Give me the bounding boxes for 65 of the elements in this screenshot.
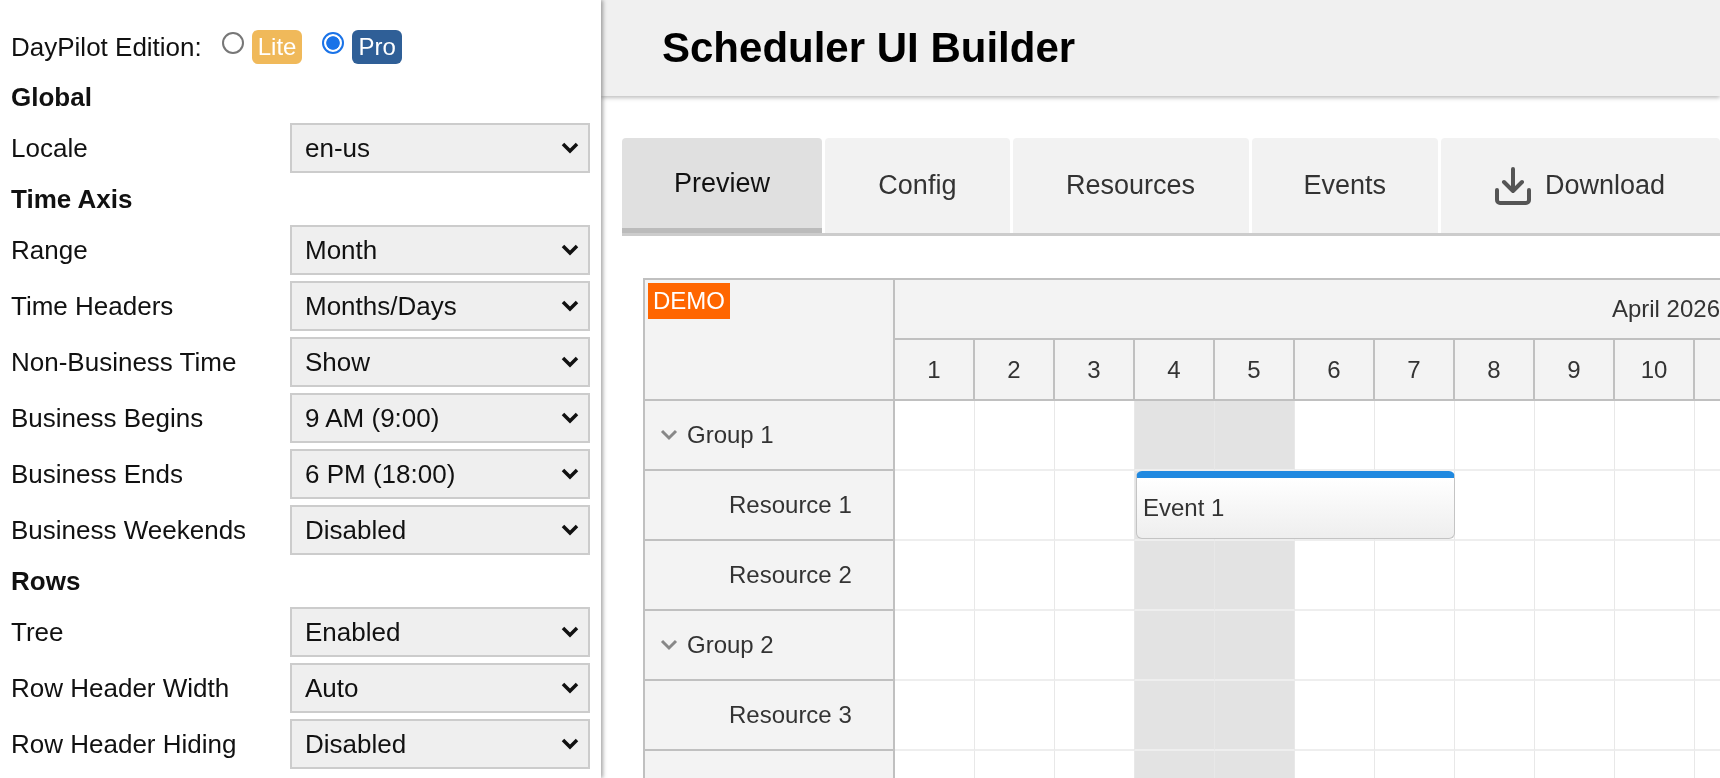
section-heading: Rows [11,564,82,598]
dropdown[interactable]: en-us [290,123,590,173]
chevron-down-icon [560,681,580,695]
day-header: 7 [1375,340,1455,401]
setting-label: Locale [11,132,89,164]
setting-label: Non-Business Time [11,346,238,378]
setting-label: Business Begins [11,402,205,434]
chevron-down-icon [560,737,580,751]
page-title: Scheduler UI Builder [601,0,1720,96]
row-header[interactable]: Group 2 [645,611,895,681]
day-header: 4 [1135,340,1215,401]
chevron-down-icon [560,411,580,425]
dropdown[interactable]: Disabled [290,719,590,769]
dropdown[interactable]: Month [290,225,590,275]
day-header: 1 [895,340,975,401]
dropdown[interactable]: 9 AM (9:00) [290,393,590,443]
group-name: Group 1 [687,421,774,449]
section-heading: Global [11,80,93,114]
setting-label: Range [11,234,89,266]
event-bar[interactable]: Event 1 [1136,471,1455,539]
setting-label: Row Header Hiding [11,728,238,760]
row-header: Resource 2 [645,541,895,611]
row-header[interactable]: Group 1 [645,401,895,471]
day-header: 6 [1295,340,1375,401]
day-header: 2 [975,340,1055,401]
tab[interactable]: Config [825,138,1010,233]
row-header: Resource 1 [645,471,895,541]
dropdown[interactable]: Enabled [290,607,590,657]
dropdown[interactable]: Months/Days [290,281,590,331]
setting-label: Business Ends [11,458,184,490]
edition-badge: Pro [352,30,402,64]
setting-label: Row Header Width [11,672,231,704]
group-name: Group 2 [687,631,774,659]
tab[interactable]: Download [1440,138,1720,233]
month-header: April 2026 [895,280,1720,340]
section-heading: Time Axis [11,182,134,216]
radio-button[interactable] [322,32,345,54]
day-header: 3 [1055,340,1135,401]
demo-badge: DEMO [648,283,730,319]
day-header: 5 [1215,340,1295,401]
dropdown[interactable]: Disabled [290,505,590,555]
setting-label: Time Headers [11,290,175,322]
chevron-down-icon [560,355,580,369]
chevron-down-icon [560,243,580,257]
day-header: 10 [1615,340,1695,401]
dropdown[interactable]: Auto [290,663,590,713]
setting-label: Tree [11,616,65,648]
tab[interactable]: Resources [1012,138,1249,233]
chevron-down-icon [560,625,580,639]
setting-label: Business Weekends [11,514,248,546]
chevron-down-icon [560,141,580,155]
edition-label: DayPilot Edition: [11,31,202,63]
radio-button[interactable] [221,32,244,54]
chevron-down-icon [560,467,580,481]
row-header: Resource 3 [645,681,895,751]
edition-badge: Lite [251,30,303,64]
chevron-down-icon [560,299,580,313]
tab[interactable]: Events [1251,138,1438,233]
download-icon [1492,165,1533,206]
chevron-down-icon [560,523,580,537]
day-header: 8 [1455,340,1535,401]
dropdown[interactable]: 6 PM (18:00) [290,449,590,499]
dropdown[interactable]: Show [290,337,590,387]
day-header: 9 [1535,340,1615,401]
tab[interactable]: Preview [622,138,823,233]
